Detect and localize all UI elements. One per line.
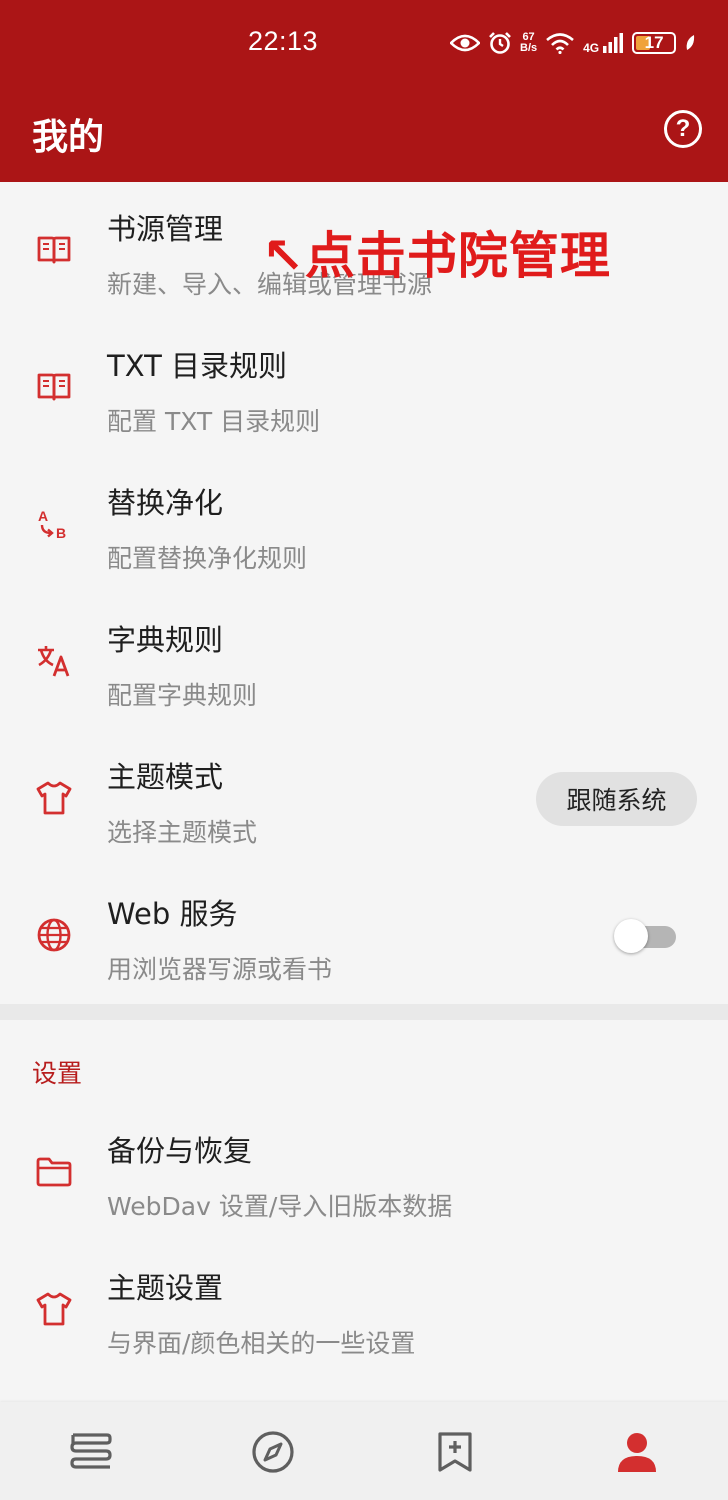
person-icon (616, 1431, 658, 1477)
replace-ab-icon: AB (36, 506, 72, 542)
menu-item-theme-settings[interactable]: 主题设置 与界面/颜色相关的一些设置 (0, 1241, 728, 1378)
svg-text:B: B (56, 525, 66, 541)
menu-item-title: Web 服务 (107, 897, 238, 931)
menu-item-title: 主题模式 (107, 760, 224, 794)
folder-icon (36, 1154, 72, 1190)
menu-item-summary: 用浏览器写源或看书 (107, 955, 333, 984)
status-icons: 67 B/s 4G 17 (450, 26, 696, 60)
menu-item-title: 书源管理 (107, 212, 224, 246)
help-button[interactable]: ? (664, 110, 702, 148)
bookshelf-icon (68, 1432, 114, 1476)
nav-bookshelf[interactable] (67, 1430, 115, 1478)
menu-item-title: 字典规则 (107, 623, 224, 657)
menu-item-dictionary-rules[interactable]: 字典规则 配置字典规则 (0, 593, 728, 730)
battery-icon: 17 (632, 32, 677, 54)
svg-text:A: A (38, 508, 48, 524)
menu-item-summary: 配置 TXT 目录规则 (107, 407, 321, 436)
menu-item-summary: 配置字典规则 (107, 681, 258, 710)
menu-item-summary: 配置替换净化规则 (107, 544, 308, 573)
book-icon (36, 369, 72, 405)
shirt-icon (36, 1291, 72, 1327)
menu-item-title: 主题设置 (107, 1271, 224, 1305)
nav-discover[interactable] (249, 1430, 297, 1478)
status-bar: 22:13 67 B/s 4G 17 (0, 0, 728, 86)
annotation-callout: ↖点击书院管理 (262, 227, 611, 285)
menu-item-summary: 选择主题模式 (107, 818, 258, 847)
book-icon (36, 232, 72, 268)
compass-icon (251, 1430, 295, 1478)
menu-item-backup-restore[interactable]: 备份与恢复 WebDav 设置/导入旧版本数据 (0, 1104, 728, 1241)
menu-item-title: 替换净化 (107, 486, 224, 520)
leaf-icon (684, 34, 696, 52)
signal-icon: 4G (583, 32, 624, 54)
menu-item-title: 备份与恢复 (107, 1134, 253, 1168)
app-bar: 22:13 67 B/s 4G 17 我的 ? (0, 0, 728, 182)
translate-icon (36, 643, 72, 679)
section-divider (0, 1004, 728, 1020)
shirt-icon (36, 780, 72, 816)
battery-level: 17 (644, 33, 664, 52)
net-speed: 67 B/s (520, 32, 537, 54)
menu-item-title: TXT 目录规则 (107, 349, 288, 383)
nav-rss[interactable] (431, 1430, 479, 1478)
menu-item-summary: WebDav 设置/导入旧版本数据 (107, 1192, 453, 1221)
page-title: 我的 (32, 117, 105, 158)
bottom-nav (0, 1402, 728, 1500)
web-service-toggle[interactable] (614, 918, 678, 954)
toggle-thumb (614, 919, 648, 953)
section-header-settings: 设置 (32, 1059, 83, 1088)
alarm-icon (488, 31, 512, 55)
network-type: 4G (583, 41, 600, 55)
globe-icon (36, 917, 72, 953)
menu-item-summary: 与界面/颜色相关的一些设置 (107, 1329, 416, 1358)
nav-my[interactable] (613, 1430, 661, 1478)
bookmark-plus-icon (437, 1431, 473, 1477)
menu-item-replace-rules[interactable]: AB 替换净化 配置替换净化规则 (0, 456, 728, 593)
wifi-icon (545, 32, 575, 54)
net-speed-unit: B/s (520, 42, 538, 54)
eye-icon (450, 33, 480, 53)
question-circle-icon: ? (675, 115, 691, 142)
theme-mode-value[interactable]: 跟随系统 (536, 772, 697, 826)
menu-item-txt-toc-rules[interactable]: TXT 目录规则 配置 TXT 目录规则 (0, 319, 728, 456)
status-time: 22:13 (248, 26, 319, 56)
